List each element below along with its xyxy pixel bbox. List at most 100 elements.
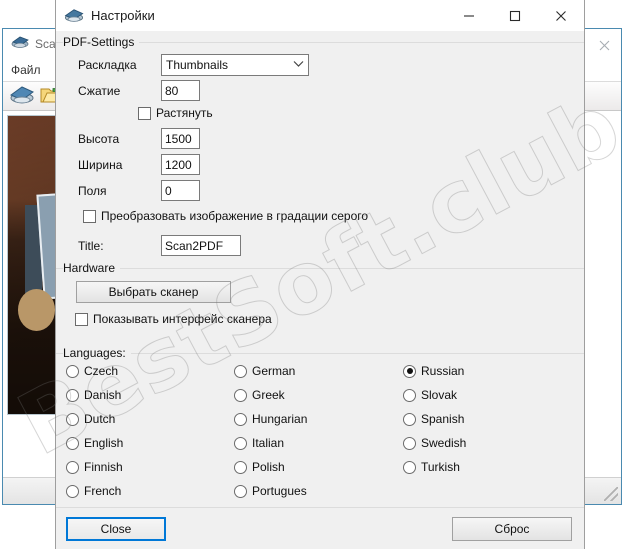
- radio-spanish[interactable]: Spanish: [403, 412, 464, 426]
- pdf-settings-group-label: PDF-Settings: [56, 34, 584, 49]
- compression-input[interactable]: 80: [161, 80, 200, 101]
- grayscale-checkbox[interactable]: [83, 209, 96, 223]
- stretch-checkbox-row[interactable]: Растянуть: [138, 106, 213, 120]
- group-divider: [56, 267, 584, 269]
- radio-label: Russian: [421, 364, 465, 378]
- radio-finnish[interactable]: Finnish: [66, 460, 123, 474]
- dialog-body: PDF-Settings Раскладка Thumbnails Сжатие…: [56, 32, 584, 549]
- compression-label: Сжатие: [78, 83, 121, 98]
- maximize-icon[interactable]: [492, 0, 538, 31]
- photo-object-1: [18, 288, 56, 331]
- radio-label: English: [84, 436, 124, 450]
- radio-german[interactable]: German: [234, 364, 295, 378]
- layout-label: Раскладка: [78, 58, 137, 72]
- languages-group: Languages:: [56, 345, 584, 360]
- screen: Scan Файл С: [0, 0, 639, 549]
- close-icon[interactable]: [538, 0, 584, 31]
- radio-button-icon[interactable]: [403, 460, 416, 474]
- radio-label: German: [252, 364, 296, 378]
- radio-slovak[interactable]: Slovak: [403, 388, 457, 402]
- grayscale-checkbox-row[interactable]: Преобразовать изображение в градации сер…: [83, 209, 368, 223]
- radio-button-icon[interactable]: [234, 484, 247, 498]
- radio-button-icon[interactable]: [403, 388, 416, 402]
- pdf-settings-group: PDF-Settings: [56, 34, 584, 49]
- menu-item-file[interactable]: Файл: [11, 63, 41, 77]
- show-scanner-ui-row[interactable]: Показывать интерфейс сканера: [75, 312, 272, 326]
- radio-french[interactable]: French: [66, 484, 121, 498]
- radio-button-icon[interactable]: [66, 364, 79, 378]
- radio-label: Spanish: [421, 412, 465, 426]
- radio-button-icon[interactable]: [234, 388, 247, 402]
- radio-button-icon[interactable]: [234, 436, 247, 450]
- width-input[interactable]: 1200: [161, 154, 200, 175]
- radio-button-icon[interactable]: [66, 388, 79, 402]
- resize-grip-icon[interactable]: [604, 487, 618, 501]
- radio-label: French: [84, 484, 122, 498]
- radio-danish[interactable]: Danish: [66, 388, 121, 402]
- radio-button-icon[interactable]: [66, 484, 79, 498]
- radio-label: Hungarian: [252, 412, 308, 426]
- scanner-icon: [64, 8, 84, 24]
- close-button[interactable]: Close: [66, 517, 166, 541]
- grayscale-label: Преобразовать изображение в градации сер…: [101, 209, 369, 223]
- radio-english[interactable]: English: [66, 436, 123, 450]
- radio-button-icon[interactable]: [66, 412, 79, 426]
- close-icon[interactable]: [591, 35, 617, 55]
- radio-swedish[interactable]: Swedish: [403, 436, 466, 450]
- compression-row: Сжатие 80: [78, 80, 558, 101]
- radio-hungarian[interactable]: Hungarian: [234, 412, 307, 426]
- radio-button-icon[interactable]: [403, 364, 416, 378]
- title-input[interactable]: Scan2PDF: [161, 235, 241, 256]
- margins-row: Поля 0: [78, 180, 558, 201]
- chevron-down-icon: [293, 60, 304, 71]
- height-row: Высота 1500: [78, 128, 558, 149]
- height-label: Высота: [78, 131, 120, 146]
- radio-label: Czech: [84, 364, 119, 378]
- select-scanner-button[interactable]: Выбрать сканер: [76, 281, 231, 303]
- radio-label: Dutch: [84, 412, 116, 426]
- radio-label: Danish: [84, 388, 122, 402]
- radio-button-icon[interactable]: [234, 412, 247, 426]
- dialog-titlebar[interactable]: Настройки: [56, 0, 584, 32]
- radio-button-icon[interactable]: [66, 460, 79, 474]
- dialog-title: Настройки: [91, 8, 155, 23]
- margins-label: Поля: [78, 183, 107, 198]
- show-scanner-ui-checkbox[interactable]: [75, 312, 88, 326]
- radio-italian[interactable]: Italian: [234, 436, 284, 450]
- width-label: Ширина: [78, 157, 123, 172]
- settings-dialog[interactable]: Настройки PDF-Settings Раскладка Thumbna…: [55, 0, 585, 549]
- group-divider: [56, 352, 584, 354]
- title-row: Title: Scan2PDF: [78, 235, 558, 256]
- radio-label: Finnish: [84, 460, 123, 474]
- footer-divider: [56, 507, 584, 508]
- radio-greek[interactable]: Greek: [234, 388, 285, 402]
- scanner-icon[interactable]: [9, 84, 35, 108]
- reset-button[interactable]: Сброс: [452, 517, 572, 541]
- stretch-label: Растянуть: [156, 106, 213, 120]
- title-field-label: Title:: [78, 238, 104, 253]
- radio-button-icon[interactable]: [66, 436, 79, 450]
- window-controls[interactable]: [446, 0, 584, 31]
- margins-input[interactable]: 0: [161, 180, 200, 201]
- radio-label: Polish: [252, 460, 285, 474]
- radio-label: Slovak: [421, 388, 458, 402]
- stretch-checkbox[interactable]: [138, 106, 151, 120]
- radio-label: Swedish: [421, 436, 467, 450]
- radio-button-icon[interactable]: [403, 412, 416, 426]
- radio-label: Portugues: [252, 484, 307, 498]
- radio-portugues[interactable]: Portugues: [234, 484, 307, 498]
- radio-turkish[interactable]: Turkish: [403, 460, 460, 474]
- radio-button-icon[interactable]: [234, 460, 247, 474]
- radio-russian[interactable]: Russian: [403, 364, 464, 378]
- hardware-group: Hardware: [56, 260, 584, 275]
- height-input[interactable]: 1500: [161, 128, 200, 149]
- radio-button-icon[interactable]: [234, 364, 247, 378]
- show-scanner-ui-label: Показывать интерфейс сканера: [93, 312, 272, 326]
- radio-polish[interactable]: Polish: [234, 460, 285, 474]
- radio-button-icon[interactable]: [403, 436, 416, 450]
- radio-czech[interactable]: Czech: [66, 364, 118, 378]
- minimize-icon[interactable]: [446, 0, 492, 31]
- layout-select[interactable]: Thumbnails: [161, 54, 309, 76]
- radio-dutch[interactable]: Dutch: [66, 412, 115, 426]
- layout-row: Раскладка Thumbnails: [78, 54, 558, 76]
